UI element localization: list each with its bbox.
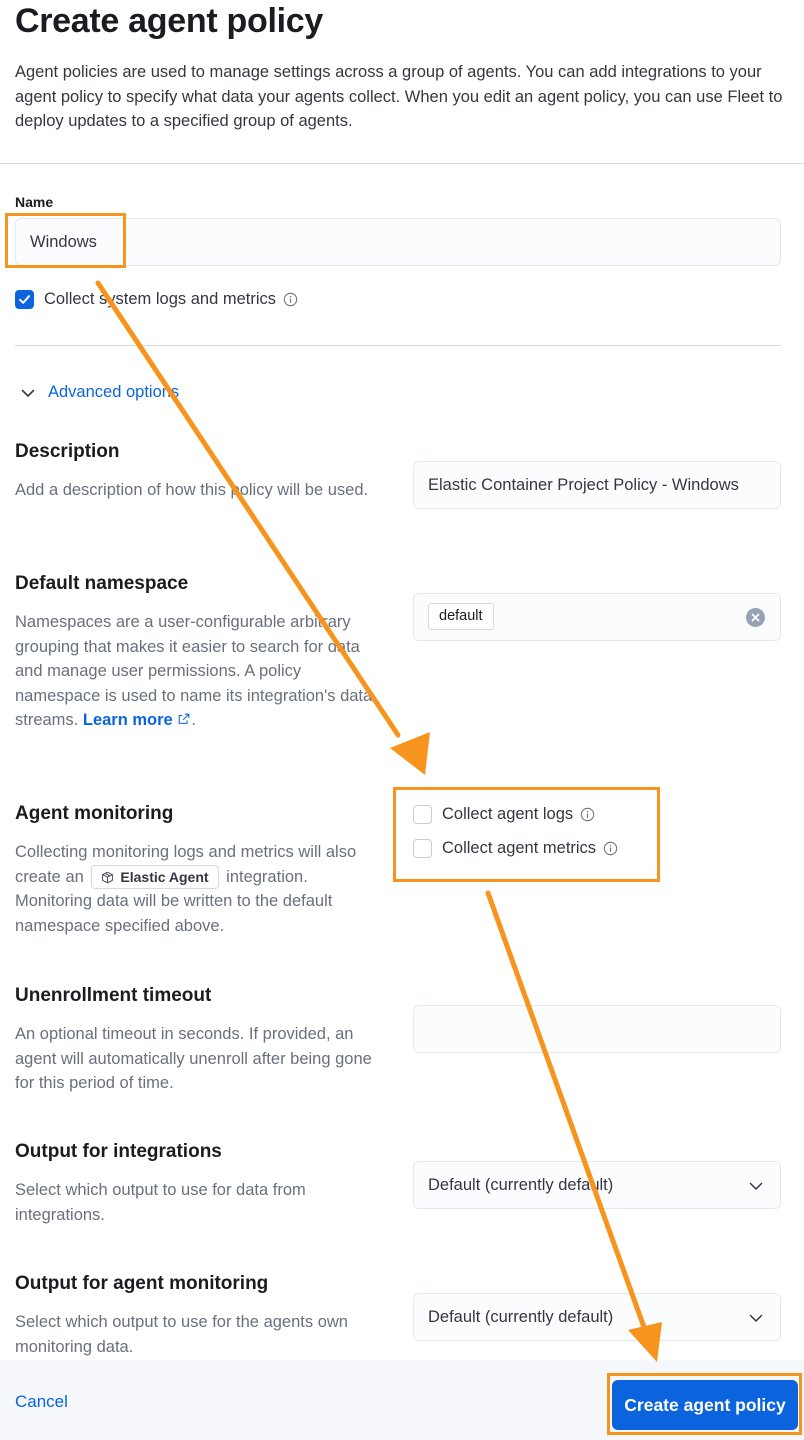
unenrollment-timeout-input[interactable] xyxy=(413,1005,781,1053)
name-input[interactable] xyxy=(15,218,781,266)
chevron-down-icon xyxy=(749,1314,763,1323)
description-input[interactable] xyxy=(413,461,781,509)
advanced-options-label: Advanced options xyxy=(48,383,180,401)
collect-agent-logs-label: Collect agent logs xyxy=(442,805,574,823)
name-label: Name xyxy=(15,194,54,210)
page-intro: Agent policies are used to manage settin… xyxy=(15,63,783,131)
collect-agent-metrics-row[interactable]: Collect agent metrics xyxy=(413,839,618,858)
info-icon[interactable] xyxy=(580,807,595,822)
collect-system-checkbox-row[interactable]: Collect system logs and metrics xyxy=(15,290,298,309)
agent-monitoring-help: Collecting monitoring logs and metrics w… xyxy=(15,840,380,938)
namespace-help: Namespaces are a user-configurable arbit… xyxy=(15,610,380,733)
learn-more-label: Learn more xyxy=(82,711,173,730)
learn-more-link[interactable]: Learn more xyxy=(83,711,191,729)
output-integrations-help: Select which output to use for data from… xyxy=(15,1181,306,1224)
elastic-agent-badge-label: Elastic Agent xyxy=(120,868,209,885)
output-integrations-value: Default (currently default) xyxy=(428,1176,614,1194)
clear-icon[interactable] xyxy=(746,608,765,627)
namespace-title: Default namespace xyxy=(15,573,189,594)
chevron-down-icon xyxy=(21,389,35,397)
output-integrations-select[interactable]: Default (currently default) xyxy=(413,1161,781,1209)
namespace-chip: default xyxy=(428,603,494,630)
external-link-icon xyxy=(178,714,190,725)
description-help: Add a description of how this policy wil… xyxy=(15,481,369,499)
arrow-to-create-button xyxy=(485,890,662,1362)
collect-agent-logs-checkbox[interactable] xyxy=(413,805,432,824)
output-monitoring-select[interactable]: Default (currently default) xyxy=(413,1293,781,1341)
chevron-down-icon xyxy=(749,1182,763,1191)
advanced-options-toggle[interactable]: Advanced options xyxy=(20,383,179,402)
section-divider xyxy=(15,345,781,346)
create-agent-policy-page: Create agent policy Agent policies are u… xyxy=(0,0,804,1440)
create-agent-policy-button[interactable]: Create agent policy xyxy=(612,1380,798,1430)
flyout-header: Create agent policy Agent policies are u… xyxy=(0,0,804,164)
agent-monitoring-title: Agent monitoring xyxy=(15,803,174,824)
collect-system-label: Collect system logs and metrics xyxy=(44,290,276,308)
page-title: Create agent policy xyxy=(15,2,323,40)
package-icon xyxy=(102,871,114,883)
info-icon[interactable] xyxy=(603,841,618,856)
collect-agent-metrics-checkbox[interactable] xyxy=(413,839,432,858)
collect-system-checkbox[interactable] xyxy=(15,290,34,309)
unenrollment-help: An optional timeout in seconds. If provi… xyxy=(15,1025,372,1093)
unenrollment-title: Unenrollment timeout xyxy=(15,985,212,1006)
flyout-footer: Cancel Create agent policy xyxy=(0,1360,804,1440)
namespace-combobox[interactable]: default xyxy=(413,593,781,641)
collect-agent-logs-row[interactable]: Collect agent logs xyxy=(413,805,595,824)
output-monitoring-title: Output for agent monitoring xyxy=(15,1273,269,1294)
checkmark-icon xyxy=(19,295,30,304)
collect-agent-metrics-label: Collect agent metrics xyxy=(442,839,597,857)
description-title: Description xyxy=(15,441,120,462)
info-icon[interactable] xyxy=(283,292,298,307)
namespace-help-trailing: . xyxy=(191,711,196,730)
elastic-agent-badge: Elastic Agent xyxy=(91,865,219,890)
highlight-box-monitoring xyxy=(393,787,660,882)
output-monitoring-help: Select which output to use for the agent… xyxy=(15,1313,348,1356)
cancel-button[interactable]: Cancel xyxy=(15,1392,68,1412)
output-integrations-title: Output for integrations xyxy=(15,1141,222,1162)
output-monitoring-value: Default (currently default) xyxy=(428,1308,614,1326)
